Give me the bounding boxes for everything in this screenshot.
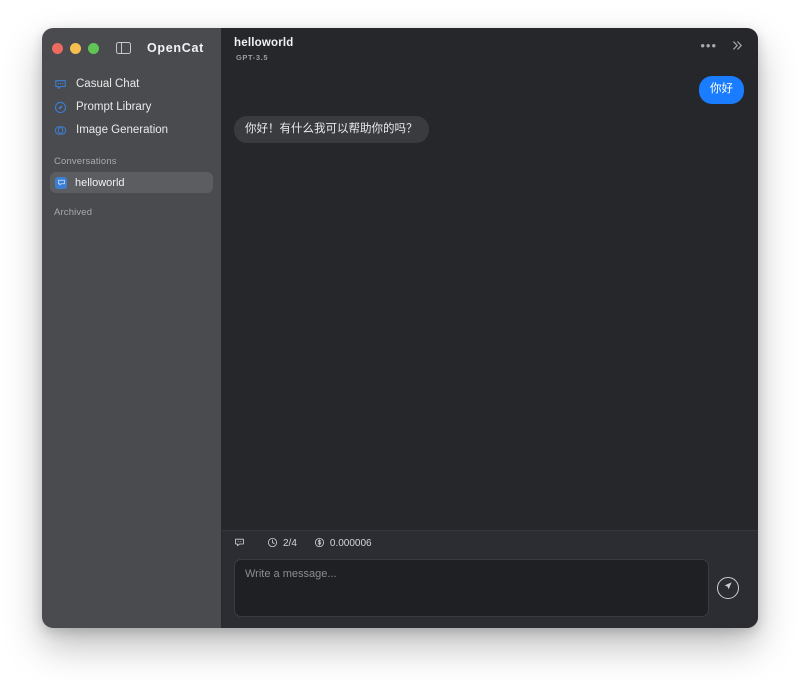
sidebar-item-label: Image Generation bbox=[76, 124, 168, 136]
chat-title: helloworld bbox=[234, 37, 700, 50]
chat-model-label: GPT-3.5 bbox=[236, 53, 700, 62]
sidebar-item-image-generation[interactable]: Image Generation bbox=[50, 119, 213, 141]
send-button[interactable] bbox=[717, 577, 739, 599]
status-cost-value: 0.000006 bbox=[330, 538, 372, 549]
window-titlebar: OpenCat bbox=[42, 28, 221, 68]
sidebar-item-casual-chat[interactable]: Casual Chat bbox=[50, 73, 213, 95]
archived-heading: Archived bbox=[42, 207, 221, 218]
message-count-icon bbox=[234, 537, 245, 551]
traffic-lights bbox=[52, 43, 99, 54]
chat-header-actions: ••• bbox=[700, 39, 744, 52]
sidebar-nav-list: Casual Chat Prompt Library bbox=[42, 68, 221, 142]
app-title: OpenCat bbox=[147, 41, 204, 55]
status-tokens-value: 2/4 bbox=[283, 538, 297, 549]
clock-icon bbox=[267, 537, 278, 551]
chat-header-text: helloworld GPT-3.5 bbox=[234, 37, 700, 62]
sidebar-item-prompt-library[interactable]: Prompt Library bbox=[50, 96, 213, 118]
message-list: 你好 你好！有什么我可以帮助你的吗？ bbox=[222, 70, 758, 530]
sidebar: OpenCat Casual Chat bbox=[42, 28, 222, 628]
message-input-box[interactable] bbox=[234, 559, 709, 617]
composer bbox=[222, 556, 758, 628]
dollar-circle-icon bbox=[314, 537, 325, 551]
chat-pane: helloworld GPT-3.5 ••• 你好 你好！有什么我可以帮助你的吗… bbox=[222, 28, 758, 628]
ellipsis-icon[interactable]: ••• bbox=[700, 39, 717, 52]
compass-icon bbox=[54, 101, 67, 114]
status-bar: 2/4 0.000006 bbox=[222, 530, 758, 556]
maximize-window-button[interactable] bbox=[88, 43, 99, 54]
message-bubble-user[interactable]: 你好 bbox=[699, 76, 744, 104]
chat-header: helloworld GPT-3.5 ••• bbox=[222, 28, 758, 70]
status-item-tokens[interactable]: 2/4 bbox=[267, 537, 297, 551]
app-window: OpenCat Casual Chat bbox=[42, 28, 758, 628]
conversations-heading: Conversations bbox=[42, 156, 221, 167]
sidebar-item-label: Casual Chat bbox=[76, 78, 139, 90]
status-item-messages[interactable] bbox=[234, 537, 250, 551]
status-item-cost[interactable]: 0.000006 bbox=[314, 537, 372, 551]
message-row-assistant: 你好！有什么我可以帮助你的吗？ bbox=[234, 116, 744, 144]
conversation-item-label: helloworld bbox=[75, 177, 125, 189]
conversation-list: helloworld bbox=[42, 172, 221, 193]
conversation-item-helloworld[interactable]: helloworld bbox=[50, 172, 213, 193]
message-bubble-assistant[interactable]: 你好！有什么我可以帮助你的吗？ bbox=[234, 116, 429, 144]
message-row-user: 你好 bbox=[234, 76, 744, 104]
chevron-double-right-icon[interactable] bbox=[731, 39, 744, 52]
conversation-avatar-icon bbox=[55, 177, 67, 189]
message-input[interactable] bbox=[245, 567, 698, 609]
sidebar-toggle-icon[interactable] bbox=[116, 42, 131, 54]
chat-bubble-icon bbox=[54, 78, 67, 91]
image-icon bbox=[54, 124, 67, 137]
close-window-button[interactable] bbox=[52, 43, 63, 54]
sidebar-item-label: Prompt Library bbox=[76, 101, 151, 113]
send-paper-plane-icon bbox=[722, 579, 734, 597]
minimize-window-button[interactable] bbox=[70, 43, 81, 54]
